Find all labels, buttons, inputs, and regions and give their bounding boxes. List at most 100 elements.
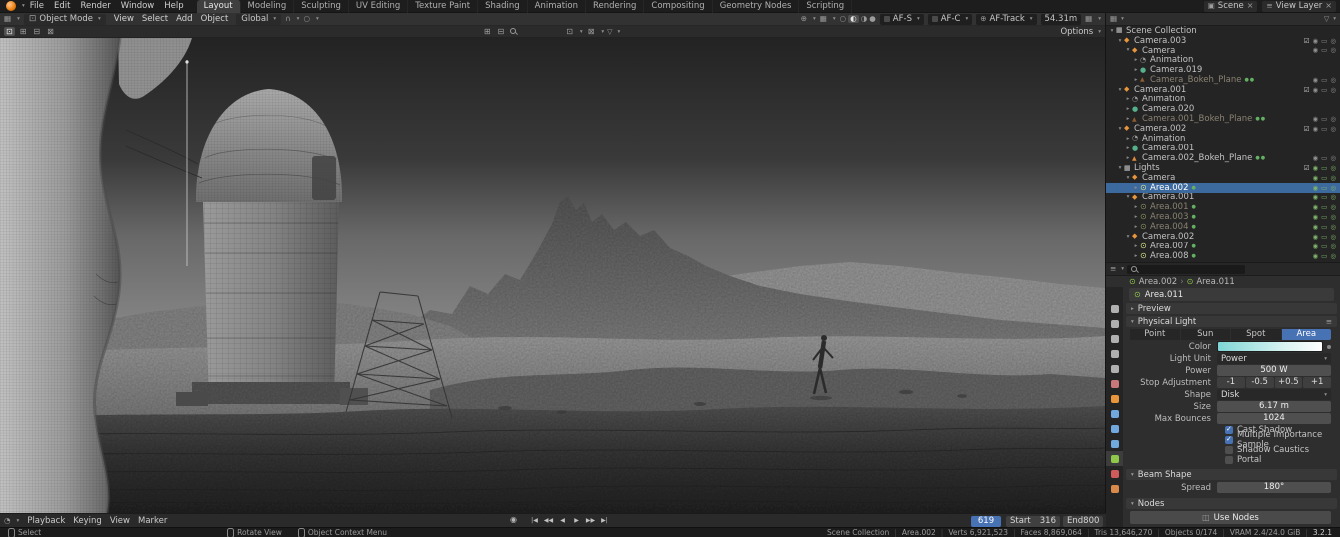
power-field[interactable]: 500 W — [1217, 365, 1331, 376]
snap-magnet-icon[interactable] — [285, 15, 291, 23]
properties-tab[interactable] — [1106, 316, 1123, 331]
expand-arrow-icon[interactable]: ▸ — [1132, 67, 1140, 73]
workspace-tab[interactable]: Sculpting — [294, 0, 349, 13]
disable-viewport-icon[interactable] — [1321, 233, 1327, 241]
expand-arrow-icon[interactable]: ▾ — [1116, 87, 1124, 93]
expand-arrow-icon[interactable]: ▸ — [1124, 136, 1132, 142]
animate-property-icon[interactable] — [1327, 345, 1331, 349]
mesh-edit-options-icon[interactable] — [586, 27, 597, 36]
disable-render-icon[interactable] — [1330, 223, 1336, 231]
expand-arrow-icon[interactable]: ▸ — [1124, 155, 1132, 161]
properties-tab[interactable] — [1106, 406, 1123, 421]
properties-tab[interactable] — [1106, 331, 1123, 346]
viewport-extras-icon[interactable] — [1085, 15, 1092, 23]
blender-logo-icon[interactable] — [6, 1, 16, 11]
select-subtract-icon[interactable] — [31, 27, 42, 36]
light-unit-dropdown[interactable]: Power▾ — [1217, 353, 1331, 364]
transport-button[interactable] — [556, 515, 569, 526]
stop-adjust-button[interactable]: -0.5 — [1246, 377, 1274, 388]
hide-eye-icon[interactable] — [1313, 164, 1319, 172]
visibility-toggle-icon[interactable] — [482, 27, 493, 36]
disable-viewport-icon[interactable] — [1321, 193, 1327, 201]
menu-item[interactable]: Window — [116, 1, 160, 11]
select-extend-icon[interactable] — [18, 27, 29, 36]
disable-render-icon[interactable] — [1330, 184, 1336, 192]
workspace-tab[interactable]: Layout — [197, 0, 241, 13]
light-type-button[interactable]: Area — [1282, 329, 1332, 340]
viewport-menu-item[interactable]: Select — [138, 14, 172, 24]
3d-viewport[interactable] — [0, 38, 1105, 513]
presets-icon[interactable] — [1326, 318, 1332, 326]
properties-editor-icon[interactable] — [1110, 265, 1116, 273]
disable-viewport-icon[interactable] — [1321, 86, 1327, 94]
outliner-row[interactable]: ▸ Animation — [1106, 95, 1340, 105]
options-dropdown[interactable]: Options — [1060, 27, 1093, 37]
outliner-row[interactable]: ▾ Scene Collection — [1106, 26, 1340, 36]
outliner-row[interactable]: ▸ Camera.001_Bokeh_Plane ●● — [1106, 114, 1340, 124]
disable-render-icon[interactable] — [1330, 164, 1336, 172]
properties-tab[interactable] — [1106, 466, 1123, 481]
disable-viewport-icon[interactable] — [1321, 76, 1327, 84]
search-icon[interactable] — [509, 27, 518, 36]
timeline-menu-item[interactable]: Keying — [69, 516, 106, 526]
exclude-checkbox-icon[interactable] — [1304, 37, 1310, 45]
workspace-tab[interactable]: Compositing — [644, 0, 712, 13]
disable-viewport-icon[interactable] — [1321, 223, 1327, 231]
disable-render-icon[interactable] — [1330, 252, 1336, 260]
hide-eye-icon[interactable] — [1313, 223, 1319, 231]
view-layer-selector[interactable]: View Layer — [1262, 1, 1336, 12]
expand-arrow-icon[interactable]: ▾ — [1116, 126, 1124, 132]
frame-end-field[interactable]: End 800 — [1063, 516, 1103, 527]
checkbox[interactable] — [1225, 446, 1233, 454]
hide-eye-icon[interactable] — [1313, 86, 1319, 94]
viewport-menu-item[interactable]: Object — [197, 14, 233, 24]
outliner-row[interactable]: ▸ Animation — [1106, 55, 1340, 65]
stop-adjust-button[interactable]: +0.5 — [1275, 377, 1303, 388]
disable-viewport-icon[interactable] — [1321, 154, 1327, 162]
exclude-checkbox-icon[interactable] — [1304, 125, 1310, 133]
outliner-filter-icon[interactable] — [1324, 15, 1329, 23]
outliner-row[interactable]: ▸ Area.004 ● — [1106, 222, 1340, 232]
outliner-row[interactable]: ▾ Camera — [1106, 46, 1340, 56]
properties-tab[interactable] — [1106, 376, 1123, 391]
timeline-editor-icon[interactable] — [4, 517, 11, 525]
breadcrumb-object[interactable]: Area.002 — [1139, 277, 1178, 287]
expand-arrow-icon[interactable]: ▸ — [1124, 145, 1132, 151]
viewport-menu-item[interactable]: Add — [172, 14, 196, 24]
menu-item[interactable]: Edit — [49, 1, 75, 11]
hide-eye-icon[interactable] — [1313, 115, 1319, 123]
outliner-row[interactable]: ▾ Camera — [1106, 173, 1340, 183]
timeline-menu-item[interactable]: Playback — [23, 516, 69, 526]
hide-eye-icon[interactable] — [1313, 184, 1319, 192]
outliner-row[interactable]: ▸ Camera_Bokeh_Plane ●● — [1106, 75, 1340, 85]
expand-arrow-icon[interactable]: ▸ — [1132, 243, 1140, 249]
af-c-checkbox[interactable] — [932, 16, 938, 22]
menu-item[interactable]: Render — [75, 1, 115, 11]
frame-start-field[interactable]: Start 316 — [1006, 516, 1060, 527]
preview-section-header[interactable]: ▸ Preview — [1126, 303, 1337, 314]
hide-eye-icon[interactable] — [1313, 203, 1319, 211]
exclude-checkbox-icon[interactable] — [1304, 164, 1310, 172]
properties-search[interactable] — [1127, 265, 1245, 274]
af-continuous-button[interactable]: AF-C▾ — [928, 14, 972, 25]
spread-field[interactable]: 180° — [1217, 482, 1331, 493]
disable-render-icon[interactable] — [1330, 154, 1336, 162]
mode-dropdown[interactable]: Object Mode ▾ — [24, 14, 106, 25]
hide-eye-icon[interactable] — [1313, 174, 1319, 182]
timeline-menu-item[interactable]: Marker — [134, 516, 171, 526]
select-intersect-icon[interactable] — [45, 27, 56, 36]
transport-button[interactable] — [528, 515, 541, 526]
hide-eye-icon[interactable] — [1313, 37, 1319, 45]
breadcrumb-data[interactable]: Area.011 — [1196, 277, 1235, 287]
expand-arrow-icon[interactable]: ▾ — [1124, 234, 1132, 240]
workspace-tab[interactable]: Rendering — [586, 0, 644, 13]
outliner-row[interactable]: ▾ Camera.001 — [1106, 85, 1340, 95]
exclude-checkbox-icon[interactable] — [1304, 86, 1310, 94]
hide-eye-icon[interactable] — [1313, 242, 1319, 250]
expand-arrow-icon[interactable]: ▸ — [1124, 106, 1132, 112]
shape-dropdown[interactable]: Disk▾ — [1217, 389, 1331, 400]
light-type-button[interactable]: Point — [1130, 329, 1180, 340]
disable-render-icon[interactable] — [1330, 46, 1336, 54]
remove-view-layer-icon[interactable] — [1325, 2, 1332, 10]
af-single-button[interactable]: AF-S▾ — [880, 14, 924, 25]
